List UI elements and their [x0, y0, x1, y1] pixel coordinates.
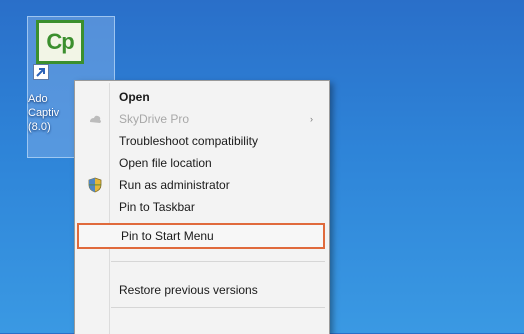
menu-item-label: Pin to Start Menu [121, 229, 214, 243]
menu-item-skydrive-pro[interactable]: SkyDrive Pro › [77, 108, 325, 130]
captivate-logo-icon[interactable]: Cp [36, 20, 84, 64]
menu-item-troubleshoot-compatibility[interactable]: Troubleshoot compatibility [77, 130, 325, 152]
menu-item-open-file-location[interactable]: Open file location [77, 152, 325, 174]
shield-icon [87, 177, 103, 193]
menu-item-label: Open file location [119, 156, 212, 170]
skydrive-icon [87, 111, 103, 127]
menu-item-restore-previous-versions[interactable]: Restore previous versions [77, 279, 325, 301]
desktop[interactable]: Cp Ado Captiv (8.0) Open SkyDrive Pro › … [0, 0, 524, 334]
desktop-shortcut-label[interactable]: Ado Captiv (8.0) [28, 92, 80, 134]
menu-item-open[interactable]: Open [77, 86, 325, 108]
menu-separator [111, 261, 325, 262]
menu-item-label: SkyDrive Pro [119, 112, 190, 126]
menu-item-pin-to-taskbar[interactable]: Pin to Taskbar [77, 196, 325, 218]
menu-item-run-as-administrator[interactable]: Run as administrator [77, 174, 325, 196]
submenu-arrow-icon: › [310, 114, 313, 124]
menu-item-label: Open [119, 90, 150, 104]
shortcut-arrow-icon [33, 64, 49, 80]
menu-item-label: Run as administrator [119, 178, 230, 192]
shortcut-label-line: (8.0) [28, 121, 51, 133]
shortcut-label-line: Ado [28, 93, 48, 105]
context-menu: Open SkyDrive Pro › Troubleshoot compati… [74, 80, 330, 334]
menu-item-label: Restore previous versions [119, 283, 258, 297]
menu-item-pin-to-start-menu[interactable]: Pin to Start Menu [77, 223, 325, 249]
menu-item-label: Troubleshoot compatibility [119, 134, 258, 148]
menu-separator [111, 307, 325, 308]
shortcut-label-line: Captiv [28, 107, 60, 119]
menu-item-label: Pin to Taskbar [119, 200, 195, 214]
